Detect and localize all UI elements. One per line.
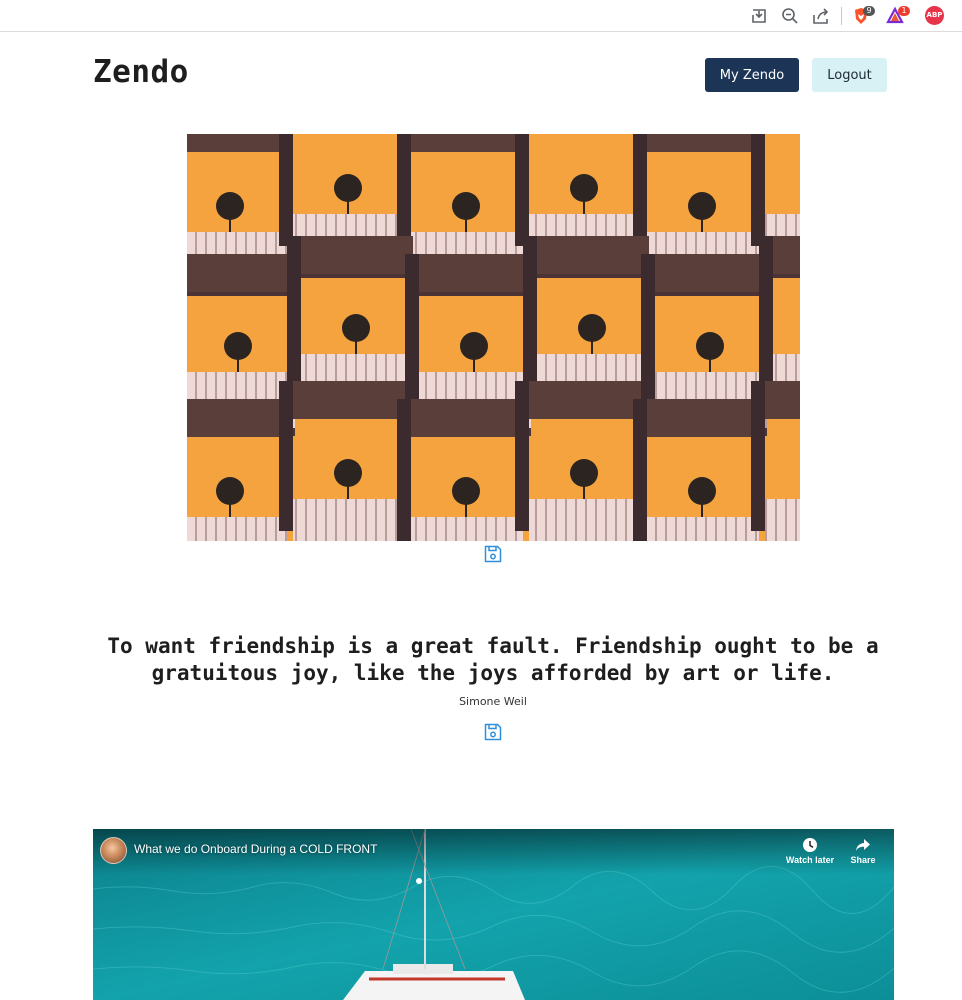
- clock-icon: [803, 838, 817, 852]
- logout-button[interactable]: Logout: [812, 58, 887, 92]
- download-page-icon[interactable]: [749, 6, 769, 26]
- feed-image: [187, 134, 800, 541]
- video-embed[interactable]: What we do Onboard During a COLD FRONT W…: [93, 829, 894, 1000]
- quote-author: Simone Weil: [459, 695, 527, 708]
- zoom-out-icon[interactable]: [780, 6, 800, 26]
- rewards-count-badge: 1: [898, 6, 910, 16]
- building-photo: [187, 134, 800, 541]
- browser-toolbar: 9 1 ABP: [0, 0, 962, 32]
- save-icon[interactable]: [483, 544, 503, 564]
- site-logo[interactable]: Zendo: [93, 54, 189, 90]
- watch-later-label: Watch later: [785, 855, 835, 865]
- video-title[interactable]: What we do Onboard During a COLD FRONT: [134, 842, 377, 856]
- channel-avatar[interactable]: [100, 837, 127, 864]
- share-icon[interactable]: [811, 6, 831, 26]
- share-arrow-icon: [856, 839, 870, 851]
- share-video-button[interactable]: Share: [845, 837, 881, 865]
- quote-text: To want friendship is a great fault. Fri…: [107, 634, 879, 685]
- share-label: Share: [850, 855, 876, 865]
- watch-later-button[interactable]: Watch later: [783, 837, 837, 865]
- adblock-plus-icon[interactable]: ABP: [925, 6, 944, 25]
- save-icon[interactable]: [483, 722, 503, 742]
- shields-count-badge: 9: [863, 6, 875, 16]
- toolbar-divider: [841, 7, 842, 25]
- my-zendo-button[interactable]: My Zendo: [705, 58, 799, 92]
